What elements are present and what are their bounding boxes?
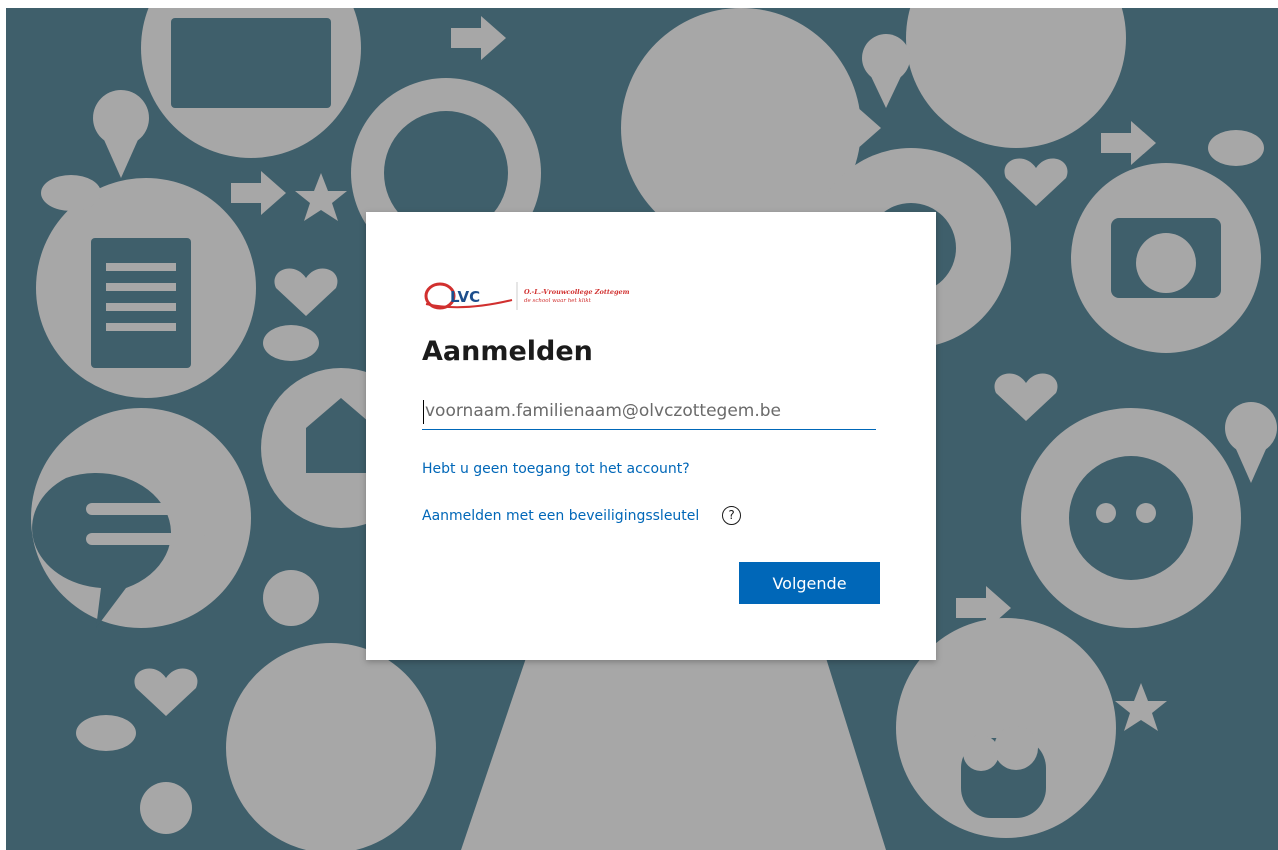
page-title: Aanmelden [422,336,593,367]
no-access-link[interactable]: Hebt u geen toegang tot het account? [422,461,690,477]
logo-school-name: O.-L.-Vrouwcollege Zottegem [524,288,630,296]
logo-brand: LVC [450,288,480,306]
help-icon[interactable]: ? [722,506,741,525]
person-silhouette [461,658,886,850]
signin-dialog: LVC O.-L.-Vrouwcollege Zottegem de schoo… [366,212,936,660]
music-note-icon-circle [226,643,436,850]
school-logo: LVC O.-L.-Vrouwcollege Zottegem de schoo… [424,282,630,310]
megaphone-icon-circle [906,8,1126,148]
security-key-link[interactable]: Aanmelden met een beveiligingssleutel [422,508,699,524]
next-button[interactable]: Volgende [739,562,880,604]
logo-tagline: de school waar het klikt [524,298,592,304]
text-cursor [423,400,424,424]
email-input[interactable] [422,392,876,430]
